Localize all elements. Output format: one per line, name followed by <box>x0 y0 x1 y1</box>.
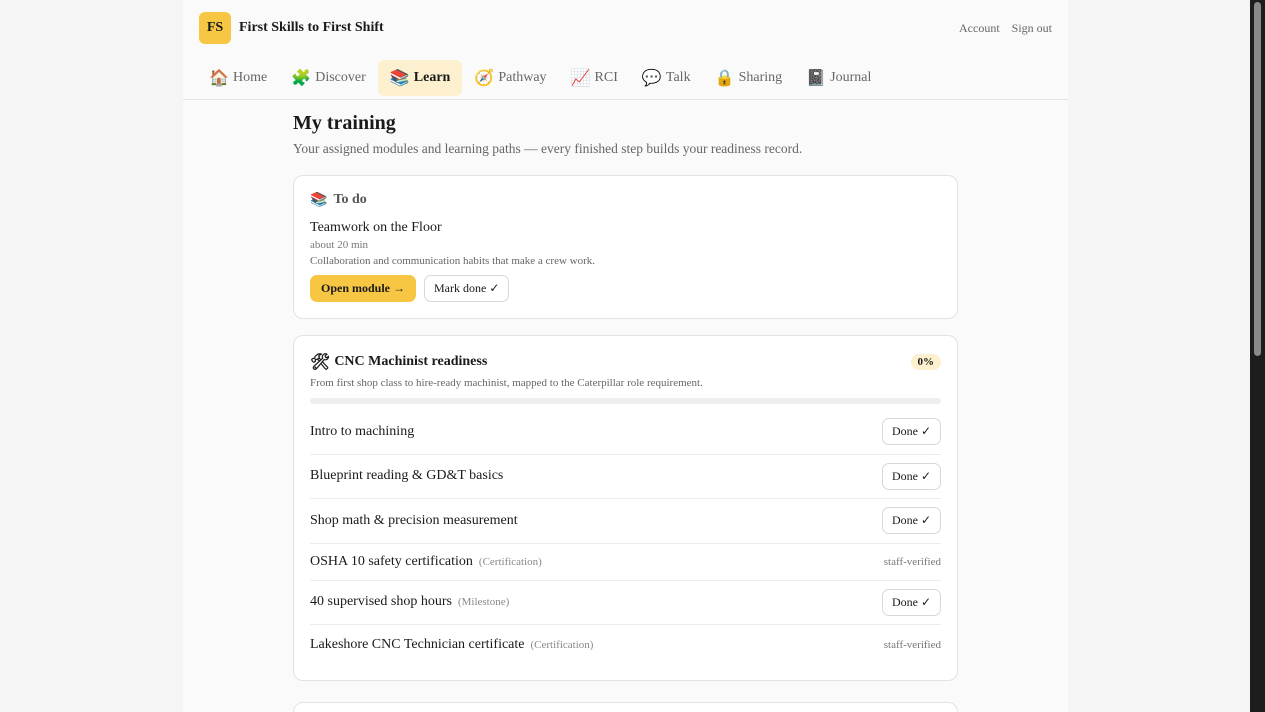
step-done-button[interactable]: Done ✓ <box>881 507 941 535</box>
module-duration: about 20 min <box>310 239 369 251</box>
nav-talk[interactable]: 💬 Talk <box>630 60 703 96</box>
house-icon: 🏠 <box>209 68 229 87</box>
nav-pathway[interactable]: 🧭 Pathway <box>462 60 558 96</box>
chart-up-icon: 📈 <box>570 68 591 87</box>
step-done-button[interactable]: Done ✓ <box>881 588 941 616</box>
check-icon: ✓ <box>920 424 931 439</box>
scrollbar-thumb[interactable] <box>1254 2 1261 356</box>
nav-sharing[interactable]: 🔒 Sharing <box>703 60 795 96</box>
tools-icon: 🛠 <box>310 352 331 371</box>
step-done-button[interactable]: Done ✓ <box>881 462 941 490</box>
step-label: Shop math & precision measurement <box>310 513 518 529</box>
module-description: Collaboration and communication habits t… <box>310 255 596 267</box>
page-scrollbar[interactable] <box>1250 0 1265 712</box>
path-step: Shop math & precision measurement Done ✓ <box>310 499 941 544</box>
nav-rci[interactable]: 📈 RCI <box>559 60 630 96</box>
step-label: Intro to machining <box>310 424 414 440</box>
todo-heading: 📚 To do <box>310 192 941 208</box>
account-link[interactable]: Account <box>959 21 1000 36</box>
check-icon: ✓ <box>489 281 500 295</box>
path-step: 40 supervised shop hours (Milestone) Don… <box>310 581 941 625</box>
check-icon: ✓ <box>920 513 931 528</box>
path-header: 🛠 CNC Machinist readiness 0% <box>310 352 941 371</box>
nav-label: Discover <box>315 69 366 85</box>
mark-done-label: Mark done <box>434 281 487 295</box>
nav-label: Talk <box>665 69 691 85</box>
step-done-label: Done <box>891 424 918 439</box>
step-type: (Certification) <box>478 555 542 568</box>
step-label: Blueprint reading & GD&T basics <box>310 468 503 484</box>
sign-out-link[interactable]: Sign out <box>1012 21 1052 36</box>
step-status: staff-verified <box>883 638 941 651</box>
open-module-button[interactable]: Open module → <box>310 275 417 302</box>
step-title: Lakeshore CNC Technician certificate <box>310 636 525 652</box>
check-icon: ✓ <box>920 468 931 483</box>
step-title: Blueprint reading & GD&T basics <box>310 468 504 484</box>
nav-label: Journal <box>830 69 872 85</box>
check-icon: ✓ <box>920 594 931 609</box>
step-type: (Milestone) <box>457 596 510 609</box>
step-done-button[interactable]: Done ✓ <box>881 418 941 446</box>
nav-label: Home <box>233 69 268 85</box>
learning-path-card: 🛠 CNC Machinist readiness 0% From first … <box>293 335 958 681</box>
step-done-label: Done <box>891 594 918 609</box>
puzzle-icon: 🧩 <box>291 68 312 87</box>
nav-label: Sharing <box>738 69 783 85</box>
books-icon: 📚 <box>389 68 410 87</box>
main-nav: 🏠 Home 🧩 Discover 📚 Learn 🧭 Pathway 📈 RC… <box>183 56 1068 100</box>
nav-label: Pathway <box>498 69 547 85</box>
todo-card: 📚 To do Teamwork on the Floor about 20 m… <box>293 175 958 319</box>
nav-home[interactable]: 🏠 Home <box>197 60 279 96</box>
nav-label: Learn <box>413 69 451 85</box>
brand[interactable]: FS First Skills to First Shift <box>199 12 384 44</box>
page-title: My training <box>293 112 396 134</box>
nav-discover[interactable]: 🧩 Discover <box>279 60 378 96</box>
speech-bubble-icon: 💬 <box>641 68 662 87</box>
path-title-label: CNC Machinist readiness <box>334 353 488 369</box>
step-label: OSHA 10 safety certification (Certificat… <box>310 554 542 570</box>
progress-bar <box>310 398 941 404</box>
step-done-label: Done <box>891 468 918 483</box>
path-step: Blueprint reading & GD&T basics Done ✓ <box>310 455 941 499</box>
step-done-label: Done <box>891 513 918 528</box>
app-shell: FS First Skills to First Shift Account S… <box>183 0 1068 712</box>
account-links: Account Sign out <box>959 21 1052 36</box>
path-step: Intro to machining Done ✓ <box>310 410 941 455</box>
books-icon: 📚 <box>310 192 328 208</box>
module-title: Teamwork on the Floor <box>310 220 442 235</box>
top-bar: FS First Skills to First Shift Account S… <box>183 0 1068 56</box>
page-subtitle: Your assigned modules and learning paths… <box>293 141 803 156</box>
path-title: 🛠 CNC Machinist readiness <box>310 352 487 371</box>
nav-journal[interactable]: 📓 Journal <box>794 60 883 96</box>
main-content: My training Your assigned modules and le… <box>293 112 958 681</box>
nav-learn[interactable]: 📚 Learn <box>377 59 463 96</box>
mark-done-button[interactable]: Mark done ✓ <box>424 275 510 302</box>
step-status: staff-verified <box>883 555 941 568</box>
next-card-peek <box>293 702 958 712</box>
step-title: Intro to machining <box>310 423 415 439</box>
nav-label: RCI <box>594 69 618 85</box>
step-title: 40 supervised shop hours <box>310 594 452 610</box>
todo-heading-label: To do <box>333 192 367 207</box>
path-description: From first shop class to hire-ready mach… <box>310 377 703 389</box>
step-label: 40 supervised shop hours (Milestone) <box>310 594 509 610</box>
lock-icon: 🔒 <box>714 68 735 87</box>
path-step: Lakeshore CNC Technician certificate (Ce… <box>310 625 941 664</box>
step-label: Lakeshore CNC Technician certificate (Ce… <box>310 637 593 653</box>
brand-logo: FS <box>199 12 231 44</box>
step-title: Shop math & precision measurement <box>310 512 518 528</box>
notebook-icon: 📓 <box>806 68 827 87</box>
brand-name: First Skills to First Shift <box>239 20 384 35</box>
step-type: (Certification) <box>530 638 594 651</box>
step-title: OSHA 10 safety certification <box>310 553 473 569</box>
path-step: OSHA 10 safety certification (Certificat… <box>310 544 941 581</box>
progress-badge: 0% <box>910 353 941 370</box>
compass-icon: 🧭 <box>474 68 495 87</box>
todo-actions: Open module → Mark done ✓ <box>310 275 941 302</box>
